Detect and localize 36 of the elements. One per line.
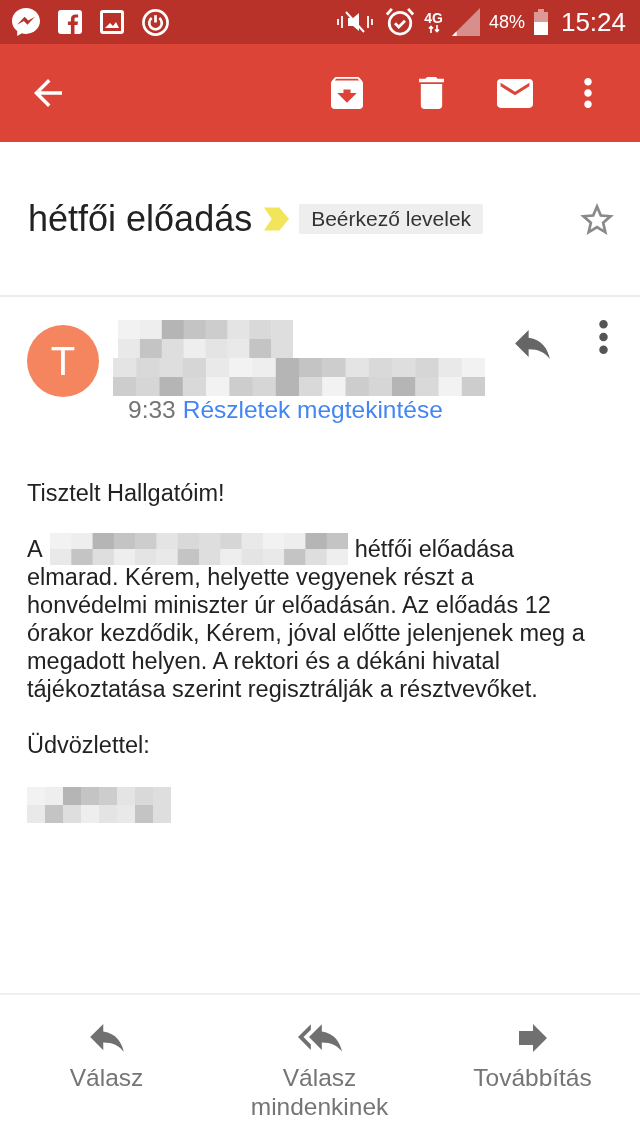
importance-marker-icon[interactable]	[264, 205, 290, 232]
battery-icon	[533, 9, 548, 35]
network-type: 4G	[424, 11, 443, 25]
more-icon	[598, 320, 608, 354]
archive-icon	[331, 77, 363, 109]
signal-icon	[451, 8, 480, 36]
body-paragraph: elmarad. Kérem, helyette vegyenek részt a honvédelmi miniszter úr előadásán. Az előadás 12 órakor kezdődik, Kérem, jóval előtte jelenjenek meg a megadott helyen. A rektori és a dékáni hivatal tájékoztatása szerint regisztrálják a résztvevőket.	[27, 563, 586, 703]
forward-arrow-icon	[518, 1024, 547, 1052]
body-text: Tisztelt Hallgatóim!	[27, 479, 226, 507]
body-text: Üdvözlettel:	[27, 731, 151, 759]
reply-all-button[interactable]: Válasz mindenkinek	[213, 995, 426, 1136]
power-circle-icon	[142, 8, 169, 36]
body-text: hétfői előadása	[354, 535, 515, 563]
alarm-clock-icon	[385, 7, 416, 37]
envelope-icon	[497, 78, 533, 108]
subject-title: hétfői előadás	[28, 196, 253, 241]
chat-bubble-icon	[12, 8, 40, 36]
more-icon	[584, 78, 592, 108]
avatar: T	[27, 325, 99, 397]
image-icon	[100, 10, 124, 34]
inbox-label: Beérkező levelek	[299, 203, 484, 234]
data-arrows-icon	[427, 25, 440, 33]
body-text: A	[27, 535, 43, 563]
reply-icon	[89, 1024, 124, 1052]
forward-button[interactable]: Továbbítás	[426, 995, 639, 1136]
battery-percent: 48%	[488, 13, 525, 31]
message-time: 9:33	[128, 396, 176, 424]
trash-icon	[418, 77, 444, 109]
star-icon[interactable]	[580, 202, 614, 235]
social-app-icon	[58, 10, 82, 34]
back-arrow-icon	[34, 79, 62, 107]
clock-time: 15:24	[560, 9, 626, 35]
reply-icon	[514, 329, 550, 359]
details-link[interactable]: Részletek megtekintése	[182, 396, 443, 424]
reply-all-icon	[297, 1024, 342, 1052]
reply-button[interactable]: Válasz	[0, 995, 213, 1136]
